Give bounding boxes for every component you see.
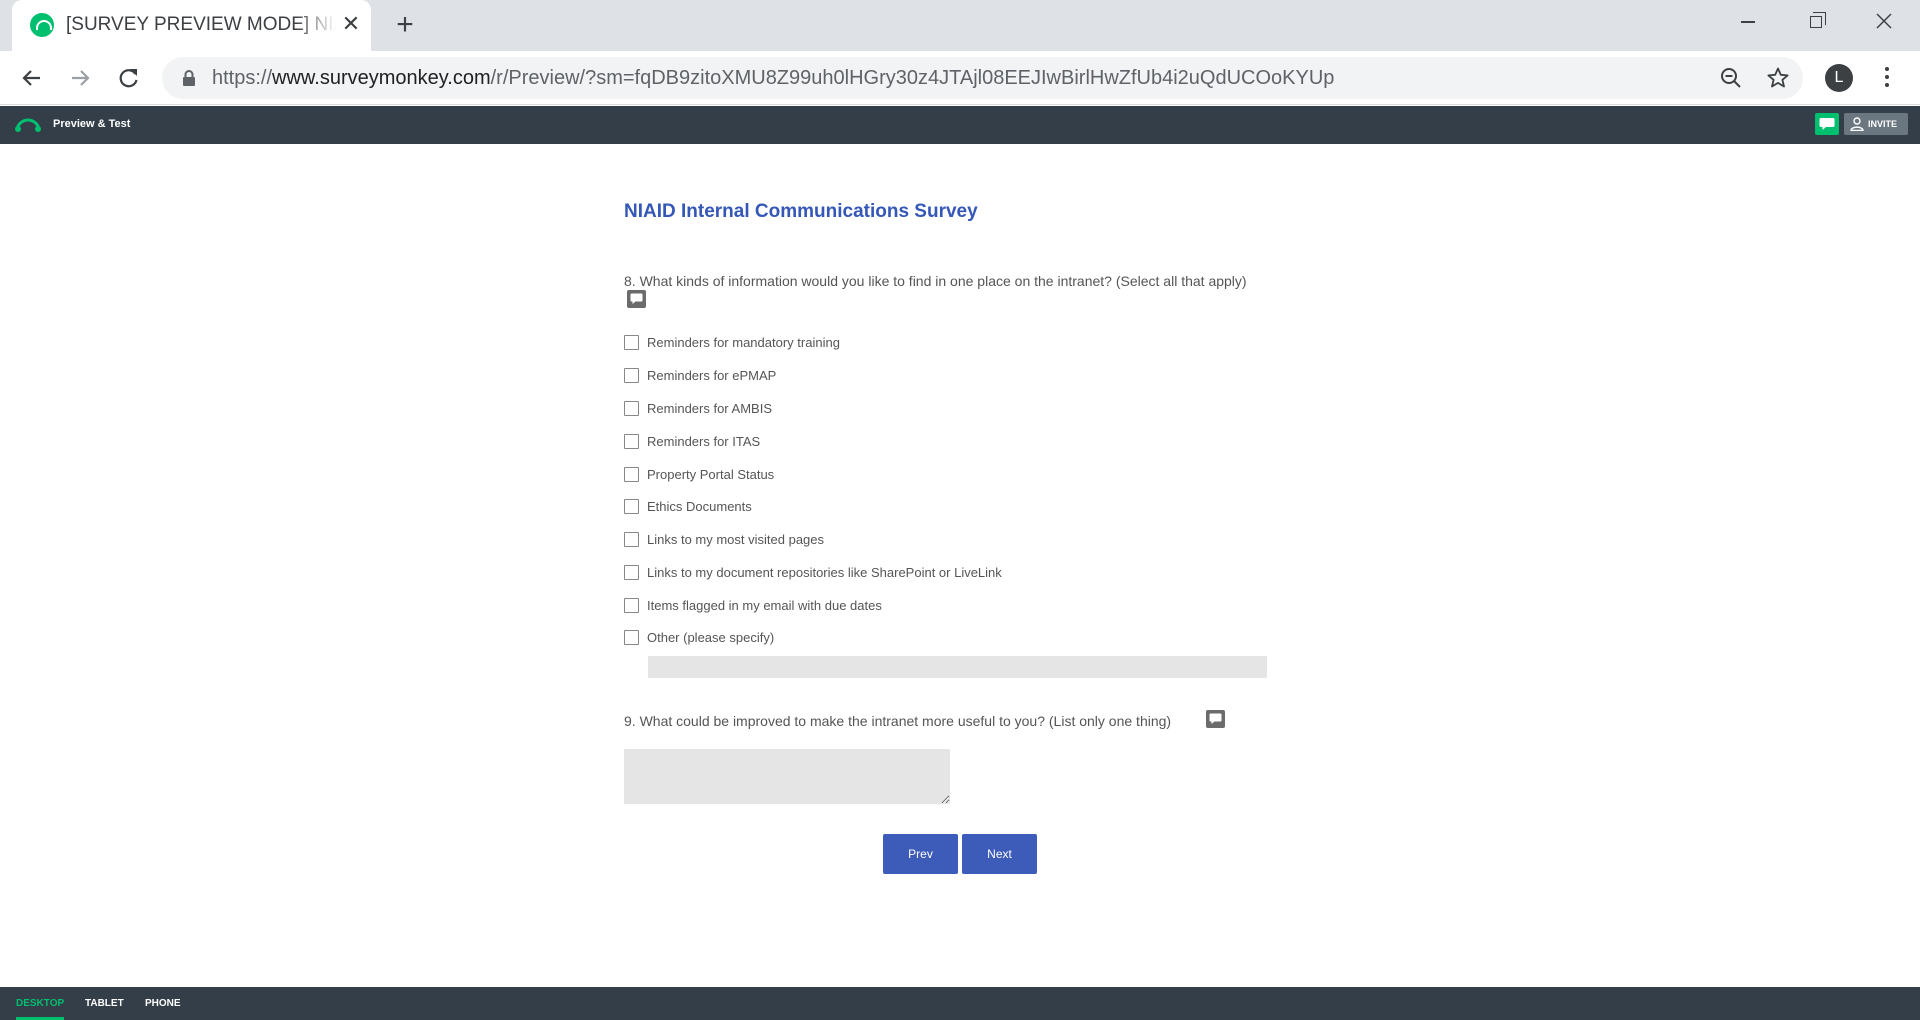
survey-title: NIAID Internal Communications Survey bbox=[624, 201, 978, 222]
checkbox[interactable] bbox=[624, 467, 639, 482]
option-label: Ethics Documents bbox=[647, 499, 752, 514]
preview-test-title: Preview & Test bbox=[53, 118, 131, 130]
url-scheme: https:// bbox=[212, 67, 273, 89]
forward-button[interactable] bbox=[64, 62, 96, 94]
checkbox[interactable] bbox=[624, 532, 639, 547]
preview-header: Preview & Test INVITE bbox=[0, 106, 1920, 144]
close-icon bbox=[1876, 13, 1892, 29]
invite-button[interactable]: INVITE bbox=[1844, 113, 1908, 135]
checkbox[interactable] bbox=[624, 368, 639, 383]
browser-tabstrip: [SURVEY PREVIEW MODE] NIAID Internal Com… bbox=[0, 0, 1920, 51]
other-specify-input[interactable] bbox=[648, 656, 1267, 678]
checkbox[interactable] bbox=[624, 434, 639, 449]
browser-tab[interactable]: [SURVEY PREVIEW MODE] NIAID Internal Com… bbox=[12, 0, 371, 51]
reload-icon bbox=[119, 69, 138, 88]
option-label: Reminders for AMBIS bbox=[647, 401, 772, 416]
reload-button[interactable] bbox=[113, 62, 145, 94]
minimize-icon bbox=[1741, 21, 1755, 23]
surveymonkey-logo-icon[interactable] bbox=[14, 115, 42, 133]
url-host: www.surveymonkey.com bbox=[272, 67, 491, 89]
question-8-text: 8. What kinds of information would you l… bbox=[624, 273, 1247, 289]
option-label: Items flagged in my email with due dates bbox=[647, 598, 882, 613]
arrow-left-icon bbox=[22, 70, 40, 86]
window-close-button[interactable] bbox=[1850, 0, 1918, 44]
browser-menu-icon[interactable] bbox=[1875, 65, 1899, 91]
checkbox[interactable] bbox=[624, 499, 639, 514]
option-label: Links to my most visited pages bbox=[647, 532, 825, 547]
option-label: Links to my document repositories like S… bbox=[647, 565, 1002, 580]
address-bar[interactable]: https://www.surveymonkey.com/r/Preview/?… bbox=[162, 57, 1803, 99]
comment-icon bbox=[1209, 713, 1222, 724]
comments-button[interactable] bbox=[1815, 113, 1839, 135]
new-tab-button[interactable]: + bbox=[389, 9, 421, 41]
device-tab-tablet[interactable]: TABLET bbox=[85, 998, 124, 1009]
window-restore-button[interactable] bbox=[1782, 0, 1850, 44]
back-button[interactable] bbox=[16, 62, 48, 94]
question-9-text: 9. What could be improved to make the in… bbox=[624, 713, 1172, 729]
device-preview-bar: DESKTOP TABLET PHONE bbox=[0, 987, 1920, 1020]
option-label: Property Portal Status bbox=[647, 467, 775, 482]
zoom-out-icon[interactable] bbox=[1719, 66, 1743, 90]
checkbox[interactable] bbox=[624, 598, 639, 613]
device-tab-phone[interactable]: PHONE bbox=[145, 998, 181, 1009]
user-icon bbox=[1850, 117, 1864, 131]
profile-avatar[interactable]: L bbox=[1825, 64, 1853, 92]
url-path: /r/Preview/?sm=fqDB9zitoXMU8Z99uh0lHGry3… bbox=[490, 67, 1335, 89]
window-minimize-button[interactable] bbox=[1714, 0, 1782, 44]
lock-icon bbox=[183, 70, 195, 86]
question-8-comment-button[interactable] bbox=[627, 290, 646, 308]
checkbox[interactable] bbox=[624, 630, 639, 645]
question-9-textarea[interactable] bbox=[624, 749, 950, 804]
surveymonkey-favicon-icon bbox=[30, 13, 54, 37]
option-label: Reminders for ePMAP bbox=[647, 368, 777, 383]
restore-icon bbox=[1810, 12, 1826, 28]
tab-close-icon[interactable]: ✕ bbox=[339, 12, 363, 36]
option-label: Reminders for ITAS bbox=[647, 434, 761, 449]
device-tab-desktop[interactable]: DESKTOP bbox=[16, 998, 65, 1020]
arrow-right-icon bbox=[72, 70, 90, 86]
option-label: Reminders for mandatory training bbox=[647, 335, 840, 350]
comment-icon bbox=[630, 293, 643, 304]
checkbox[interactable] bbox=[624, 335, 639, 350]
checkbox[interactable] bbox=[624, 401, 639, 416]
tab-title: [SURVEY PREVIEW MODE] NIAID Internal Com… bbox=[66, 14, 336, 36]
option-label: Other (please specify) bbox=[647, 630, 775, 645]
checkbox[interactable] bbox=[624, 565, 639, 580]
url-text: https://www.surveymonkey.com/r/Preview/?… bbox=[212, 67, 1334, 90]
prev-button[interactable]: Prev bbox=[883, 834, 958, 874]
comment-icon bbox=[1819, 118, 1835, 130]
invite-label: INVITE bbox=[1868, 119, 1898, 129]
next-button[interactable]: Next bbox=[962, 834, 1037, 874]
browser-toolbar: https://www.surveymonkey.com/r/Preview/?… bbox=[0, 51, 1920, 105]
bookmark-star-icon[interactable] bbox=[1766, 66, 1790, 90]
question-9-comment-button[interactable] bbox=[1206, 710, 1225, 728]
